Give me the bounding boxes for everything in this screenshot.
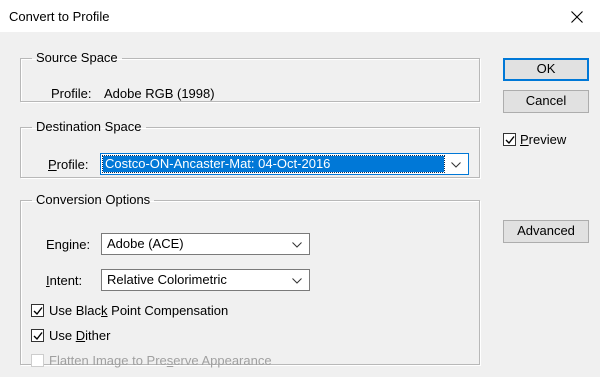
black-point-label[interactable]: Use Black Point Compensation (49, 304, 228, 318)
engine-select[interactable]: Adobe (ACE) (101, 233, 310, 255)
destination-profile-label: Profile: (48, 157, 89, 172)
dialog-title: Convert to Profile (9, 9, 110, 24)
dither-checkbox[interactable] (31, 329, 44, 342)
destination-space-group: Destination Space Profile: Costco-ON-Anc… (20, 120, 480, 178)
cancel-button[interactable]: Cancel (503, 90, 589, 113)
close-icon (571, 11, 583, 23)
checkmark-icon (505, 136, 515, 145)
chevron-down-icon (292, 278, 302, 284)
advanced-button[interactable]: Advanced (503, 220, 589, 243)
source-profile-value: Adobe RGB (1998) (104, 86, 215, 101)
conversion-options-legend: Conversion Options (36, 192, 151, 207)
checkmark-icon (33, 332, 43, 341)
preview-checkbox[interactable] (503, 133, 516, 146)
chevron-down-icon (451, 162, 461, 168)
flatten-checkbox (31, 354, 44, 367)
source-space-group: Source Space Profile: Adobe RGB (1998) (20, 51, 480, 102)
preview-label[interactable]: Preview (520, 133, 566, 147)
intent-select[interactable]: Relative Colorimetric (101, 269, 310, 291)
intent-label: Intent: (46, 273, 83, 288)
chevron-down-icon (292, 242, 302, 248)
source-profile-label: Profile: (51, 86, 92, 101)
conversion-options-group: Conversion Options Engine: Adobe (ACE) I… (20, 192, 480, 368)
title-bar: Convert to Profile (0, 0, 600, 33)
intent-value: Relative Colorimetric (107, 272, 227, 287)
flatten-label: Flatten Image to Preserve Appearance (49, 353, 272, 368)
destination-profile-select[interactable]: Costco-ON-Ancaster-Mat: 04-Oct-2016 (100, 153, 469, 175)
close-button[interactable] (554, 0, 600, 33)
destination-profile-value: Costco-ON-Ancaster-Mat: 04-Oct-2016 (102, 155, 445, 173)
engine-label: Engine: (46, 237, 91, 252)
black-point-checkbox[interactable] (31, 304, 44, 317)
destination-space-legend: Destination Space (36, 119, 142, 134)
engine-value: Adobe (ACE) (107, 236, 184, 251)
dither-label[interactable]: Use Dither (49, 329, 110, 343)
ok-button[interactable]: OK (503, 58, 589, 81)
source-space-legend: Source Space (36, 50, 118, 65)
checkmark-icon (33, 307, 43, 316)
